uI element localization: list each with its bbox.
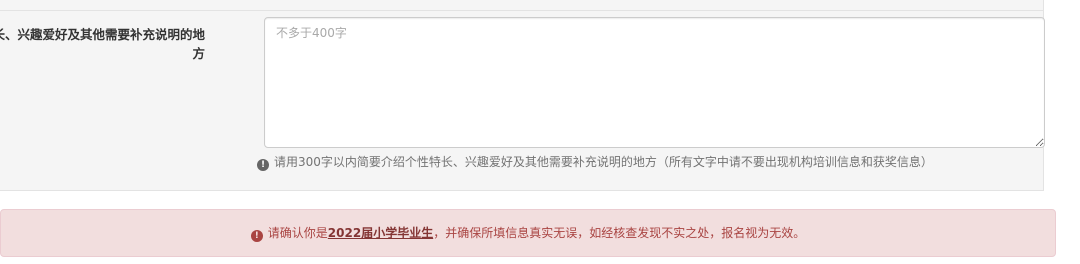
graduate-year-link[interactable]: 2022届小学毕业生: [328, 226, 433, 240]
alert-text-before: 请确认你是: [267, 226, 328, 240]
info-circle-icon: !: [250, 230, 263, 242]
alert-text-after: ，并确保所填信息真实无误，如经核查发现不实之处，报名视为无效。: [433, 226, 806, 240]
help-text-block: ! 请用300字以内简要介绍个性特长、兴趣爱好及其他需要补充说明的地方（所有文字中…: [257, 153, 933, 171]
info-circle-icon: !: [257, 159, 269, 171]
confirmation-alert: ! 请确认你是2022届小学毕业生，并确保所填信息真实无误，如经核查发现不实之处，…: [0, 209, 1056, 257]
talents-field-label: 个性特长、兴趣爱好及其他需要补充说明的地方: [0, 27, 206, 61]
help-text: 请用300字以内简要介绍个性特长、兴趣爱好及其他需要补充说明的地方（所有文字中请…: [274, 155, 933, 169]
form-panel: 个性特长、兴趣爱好及其他需要补充说明的地方 ! 请用300字以内简要介绍个性特长、…: [0, 0, 1045, 191]
divider: [0, 10, 1043, 11]
talents-textarea[interactable]: [264, 17, 1045, 148]
